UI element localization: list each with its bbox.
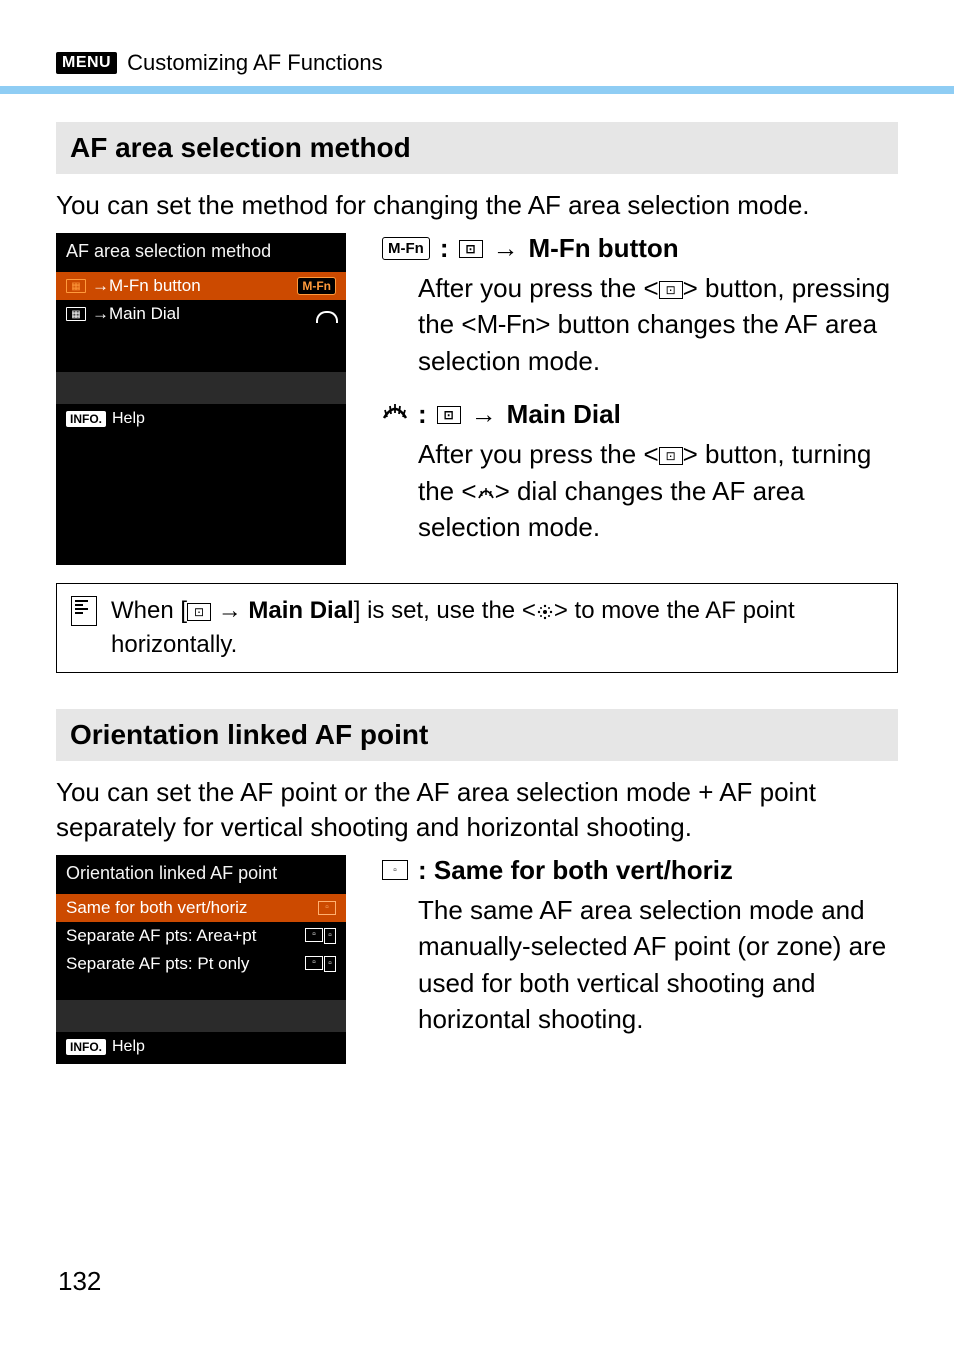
note-text: When [⊡ → Main Dial] is set, use the <> … [111, 594, 883, 661]
ss2-row-areapt: Separate AF pts: Area+pt ▫▫ [56, 922, 346, 950]
ss2-row-same: Same for both vert/horiz ▫ [56, 894, 346, 922]
ss1-footer-text: Help [112, 410, 145, 428]
section2-intro: You can set the AF point or the AF area … [56, 775, 898, 845]
note-bold: Main Dial [248, 597, 353, 624]
option-same-label: : Same for both vert/horiz [418, 855, 733, 886]
af-area-button-icon: ⊡ [659, 281, 683, 299]
arrow-icon: → [493, 233, 519, 264]
ss1-footer: INFO. Help [56, 404, 346, 436]
af-area-button-icon: ⊡ [659, 447, 683, 465]
ss2-row1-label: Same for both vert/horiz [66, 898, 247, 918]
colon: : [440, 233, 449, 264]
t: After you press the < [418, 439, 659, 469]
note-box: When [⊡ → Main Dial] is set, use the <> … [56, 583, 898, 672]
camera-screenshot-af-area: AF area selection method ▦ →M-Fn button … [56, 233, 346, 565]
af-grid-icon: ▦ [66, 307, 86, 321]
t: ] is set, use the < [354, 597, 536, 624]
mfn-text: M-Fn [477, 309, 536, 339]
main-dial-icon [477, 484, 495, 502]
ss1-row-maindial: ▦ →Main Dial [56, 300, 346, 328]
af-area-button-icon: ⊡ [187, 603, 211, 621]
ss2-title: Orientation linked AF point [56, 855, 346, 894]
section1-intro: You can set the method for changing the … [56, 188, 898, 223]
camera-screenshot-orientation: Orientation linked AF point Same for bot… [56, 855, 346, 1064]
ss-empty-dark [56, 372, 346, 404]
option-maindial-body: After you press the <⊡> button, turning … [382, 436, 898, 545]
ss-empty-dark [56, 1000, 346, 1032]
ss2-footer: INFO. Help [56, 1032, 346, 1064]
multicontroller-icon [536, 603, 554, 621]
ss1-row1-label: →M-Fn button [92, 276, 201, 296]
option-maindial-heading: : ⊡ → Main Dial [382, 399, 898, 430]
ss1-row2-label: →Main Dial [92, 304, 180, 324]
separate-ptonly-icon: ▫▫ [305, 956, 336, 972]
option-same-body: The same AF area selection mode and manu… [382, 892, 898, 1038]
main-dial-arc-icon [316, 307, 336, 321]
colon: : [418, 399, 427, 430]
arrow-icon: → [471, 399, 497, 430]
page-number: 132 [58, 1266, 101, 1297]
option-mfn-heading: M-Fn : ⊡ → M-Fn button [382, 233, 898, 264]
ss2-row2-label: Separate AF pts: Area+pt [66, 926, 256, 946]
t: → [211, 597, 248, 624]
note-icon [71, 596, 97, 626]
info-badge: INFO. [66, 411, 106, 427]
same-orient-icon: ▫ [318, 901, 336, 915]
ss2-row-ptonly: Separate AF pts: Pt only ▫▫ [56, 950, 346, 978]
separate-areapt-icon: ▫▫ [305, 928, 336, 944]
option-mfn-label: M-Fn button [529, 233, 679, 264]
section-heading-af-area: AF area selection method [56, 122, 898, 174]
t: When [ [111, 597, 187, 624]
ss2-row3-label: Separate AF pts: Pt only [66, 954, 249, 974]
t: After you press the < [418, 273, 659, 303]
ss1-row-mfn: ▦ →M-Fn button M-Fn [56, 272, 346, 300]
mfn-badge-icon: M-Fn [382, 237, 430, 260]
option-mfn-body: After you press the <⊡> button, pressing… [382, 270, 898, 379]
af-grid-icon: ▦ [66, 279, 86, 293]
ss1-title: AF area selection method [56, 233, 346, 272]
ss-empty [56, 978, 346, 1000]
ss-empty [56, 328, 346, 350]
option-maindial-label: Main Dial [507, 399, 621, 430]
menu-badge: MENU [56, 52, 117, 74]
ss-empty [56, 350, 346, 372]
option-same-heading: ▫ : Same for both vert/horiz [382, 855, 898, 886]
mfn-badge-icon: M-Fn [297, 277, 336, 295]
af-area-button-icon: ⊡ [437, 406, 461, 424]
info-badge: INFO. [66, 1039, 106, 1055]
main-dial-squiggle-icon [382, 402, 408, 428]
same-orient-icon: ▫ [382, 860, 408, 880]
ss2-footer-text: Help [112, 1038, 145, 1056]
header-divider [0, 86, 954, 94]
af-area-button-icon: ⊡ [459, 240, 483, 258]
header-title: Customizing AF Functions [127, 50, 383, 76]
section-heading-orientation: Orientation linked AF point [56, 709, 898, 761]
